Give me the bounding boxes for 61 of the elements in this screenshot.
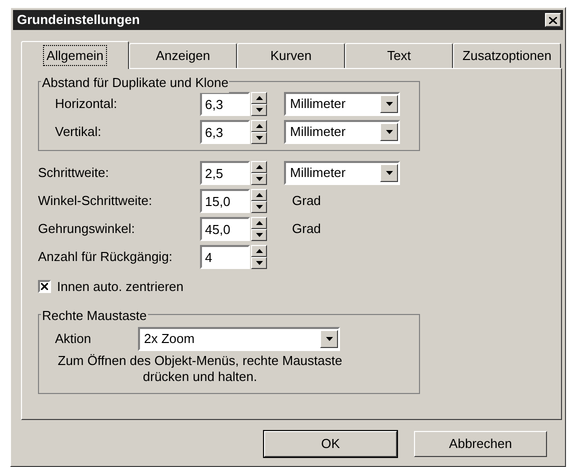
increment-button[interactable] — [251, 189, 267, 201]
decrement-button[interactable] — [251, 201, 267, 213]
number-field[interactable]: 2,5 — [200, 161, 250, 185]
decrement-button[interactable] — [251, 173, 267, 185]
tab[interactable]: Text — [345, 43, 453, 68]
down-arrow-icon — [256, 233, 262, 237]
increment-button[interactable] — [251, 92, 267, 104]
field-label: Gehrungswinkel: — [38, 220, 136, 238]
number-field[interactable]: 15,0 — [200, 189, 250, 213]
number-field[interactable]: 4 — [200, 245, 250, 269]
close-icon — [549, 16, 557, 24]
up-arrow-icon — [256, 193, 262, 197]
dropdown-arrow-icon — [326, 336, 332, 340]
dropdown-arrow-icon — [386, 130, 392, 134]
down-arrow-icon — [256, 108, 262, 112]
increment-button[interactable] — [251, 245, 267, 257]
number-field[interactable]: 45,0 — [200, 217, 250, 241]
down-arrow-icon — [256, 136, 262, 140]
hint-text: Zum Öffnen des Objekt-Menüs, rechte Maustaste drücken und halten. — [56, 352, 344, 384]
checkbox[interactable] — [38, 280, 51, 294]
window-title: Grundeinstellungen — [17, 11, 140, 30]
field-label: Horizontal: — [55, 95, 118, 114]
up-arrow-icon — [256, 124, 262, 128]
tab[interactable]: Anzeigen — [129, 43, 237, 68]
field-label: Vertikal: — [55, 123, 102, 142]
unit-label: Grad — [292, 192, 321, 210]
decrement-button[interactable] — [251, 257, 267, 269]
decrement-button[interactable] — [251, 132, 267, 144]
tab[interactable]: Zusatzoptionen — [453, 43, 561, 68]
number-field[interactable]: 6,3 — [200, 92, 250, 116]
dropdown[interactable]: 2x Zoom — [138, 326, 340, 350]
up-arrow-icon — [256, 249, 262, 253]
decrement-button[interactable] — [251, 229, 267, 241]
dropdown-arrow-icon — [386, 102, 392, 106]
dropdown[interactable]: Millimeter — [284, 92, 400, 116]
down-arrow-icon — [256, 177, 262, 181]
down-arrow-icon — [256, 261, 262, 265]
tab[interactable]: Kurven — [237, 43, 345, 68]
dropdown[interactable]: Millimeter — [284, 161, 400, 185]
field-label: Aktion — [55, 330, 92, 348]
dialog-button[interactable]: Abbrechen — [414, 431, 547, 457]
checkbox-label: Innen auto. zentrieren — [57, 278, 184, 296]
increment-button[interactable] — [251, 217, 267, 229]
dropdown[interactable]: Millimeter — [284, 120, 400, 144]
field-label: Anzahl für Rückgängig: — [38, 248, 174, 266]
check-mark-icon — [41, 283, 48, 290]
close-button[interactable] — [545, 13, 561, 27]
tab[interactable]: Allgemein — [21, 41, 129, 69]
up-arrow-icon — [256, 96, 262, 100]
dropdown-arrow-icon — [386, 171, 392, 175]
field-label: Winkel-Schrittweite: — [38, 192, 154, 210]
increment-button[interactable] — [251, 161, 267, 173]
field-label: Schrittweite: — [38, 164, 110, 182]
up-arrow-icon — [256, 165, 262, 169]
decrement-button[interactable] — [251, 104, 267, 116]
unit-label: Grad — [292, 220, 321, 238]
down-arrow-icon — [256, 205, 262, 209]
dialog-button[interactable]: OK — [264, 431, 397, 457]
up-arrow-icon — [256, 221, 262, 225]
increment-button[interactable] — [251, 120, 267, 132]
number-field[interactable]: 6,3 — [200, 120, 250, 144]
